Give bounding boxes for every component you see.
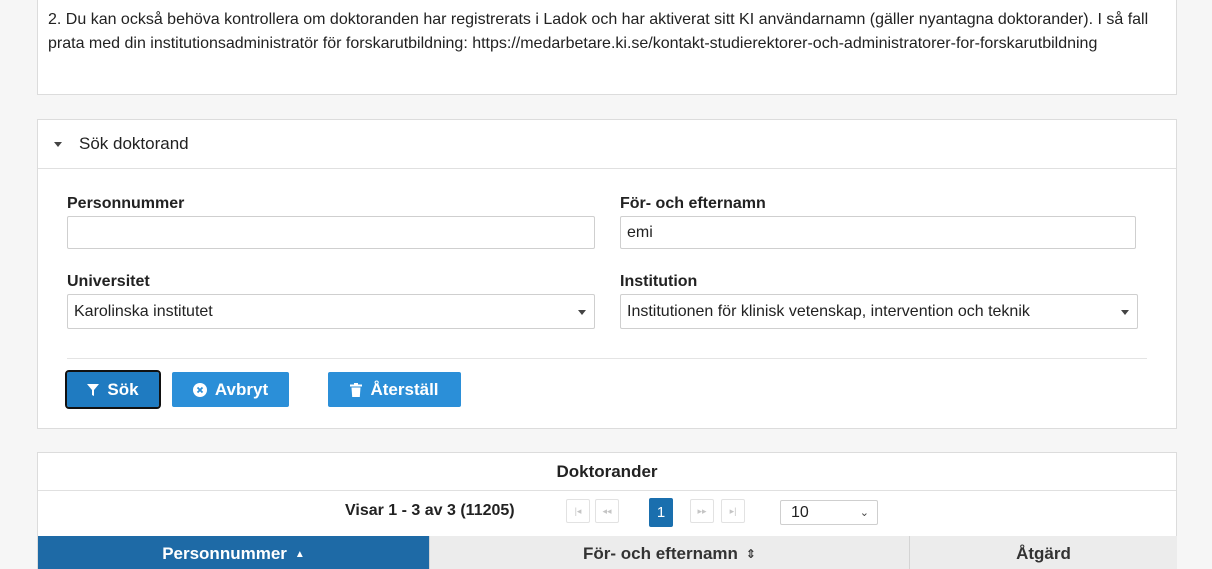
chevron-down-icon: ⌄ [859, 507, 869, 519]
column-header-label: För- och efternamn [583, 544, 738, 563]
next-page-icon[interactable]: ▸▸ [690, 499, 714, 523]
rows-per-page-select[interactable]: 10 ⌄ [780, 500, 878, 525]
search-panel-title: Sök doktorand [79, 134, 189, 153]
dropdown-arrow-icon [578, 310, 586, 315]
sort-ascending-icon: ▲ [294, 548, 305, 560]
universitet-select[interactable]: Karolinska institutet [67, 294, 595, 329]
sort-unsorted-icon: ⇕ [745, 547, 756, 561]
results-title: Doktorander [38, 453, 1176, 491]
info-text: 2. Du kan också behöva kontrollera om do… [48, 11, 1149, 52]
results-panel: Doktorander Visar 1 - 3 av 3 (11205) |◂ … [37, 452, 1177, 569]
info-panel: 2. Du kan också behöva kontrollera om do… [37, 0, 1177, 95]
universitet-select-value: Karolinska institutet [74, 302, 213, 320]
column-header-personnummer[interactable]: Personnummer ▲ [38, 536, 429, 569]
cancel-circle-icon [192, 382, 207, 397]
paginator: Visar 1 - 3 av 3 (11205) |◂ ◂◂ 1 ▸▸ ▸| 1… [38, 491, 1176, 531]
namn-label: För- och efternamn [620, 195, 766, 212]
column-header-atgard: Åtgärd [909, 536, 1177, 569]
avbryt-button-label: Avbryt [214, 379, 269, 399]
rows-per-page-value: 10 [791, 503, 809, 521]
pager-status: Visar 1 - 3 av 3 (11205) [345, 502, 515, 519]
aterstall-button[interactable]: Återställ [328, 372, 461, 407]
search-panel: Sök doktorand Personnummer För- och efte… [37, 119, 1177, 429]
column-header-label: Personnummer [162, 544, 287, 563]
prev-page-icon[interactable]: ◂◂ [595, 499, 619, 523]
form-divider [67, 358, 1147, 359]
column-header-label: Åtgärd [1016, 544, 1071, 563]
trash-icon [350, 382, 363, 397]
collapse-caret-icon [54, 141, 62, 147]
search-panel-header[interactable]: Sök doktorand [38, 120, 1176, 169]
dropdown-arrow-icon [1121, 310, 1129, 315]
avbryt-button[interactable]: Avbryt [172, 372, 289, 407]
namn-input[interactable] [620, 216, 1136, 249]
aterstall-button-label: Återställ [370, 379, 439, 399]
last-page-icon[interactable]: ▸| [721, 499, 745, 523]
personnummer-input[interactable] [67, 216, 595, 249]
column-header-namn[interactable]: För- och efternamn ⇕ [429, 536, 909, 569]
filter-icon [87, 383, 100, 396]
first-page-icon[interactable]: |◂ [566, 499, 590, 523]
institution-label: Institution [620, 273, 698, 290]
page-button-current[interactable]: 1 [649, 498, 673, 527]
personnummer-label: Personnummer [67, 195, 185, 212]
institution-select-value: Institutionen för klinisk vetenskap, int… [627, 302, 1030, 320]
sok-button-label: Sök [107, 379, 139, 399]
sok-button[interactable]: Sök [65, 370, 161, 409]
institution-select[interactable]: Institutionen för klinisk vetenskap, int… [620, 294, 1138, 329]
universitet-label: Universitet [67, 273, 150, 290]
